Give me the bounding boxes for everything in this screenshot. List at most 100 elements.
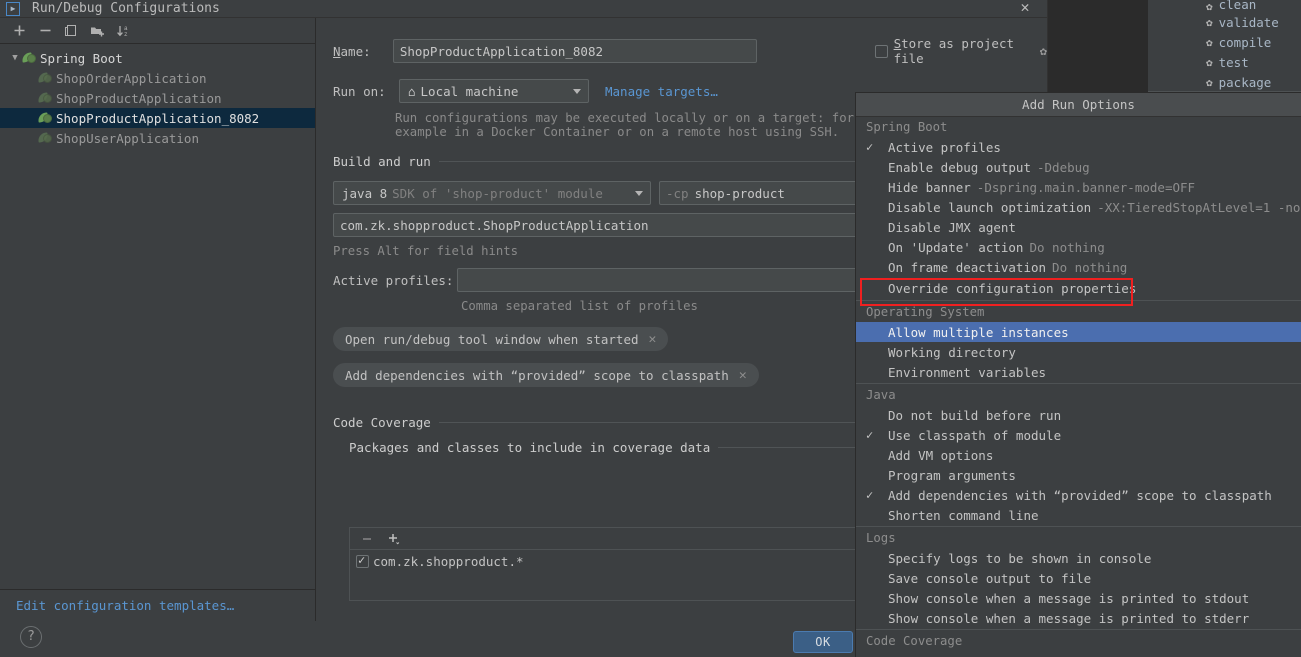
maven-item-compile[interactable]: ✿ compile: [1148, 32, 1301, 52]
popup-item-sub: -Ddebug: [1037, 159, 1090, 175]
popup-item-override-configuration-properties[interactable]: Override configuration properties: [856, 277, 1301, 299]
maven-item-test[interactable]: ✿ test: [1148, 52, 1301, 72]
remove-icon[interactable]: [356, 529, 378, 549]
sort-az-icon[interactable]: az: [110, 19, 136, 43]
popup-item-show-console-stderr[interactable]: Show console when a message is printed t…: [856, 608, 1301, 628]
popup-item-use-classpath-of-module[interactable]: ✓ Use classpath of module: [856, 425, 1301, 445]
new-folder-icon[interactable]: [84, 19, 110, 43]
popup-item-active-profiles[interactable]: ✓ Active profiles: [856, 137, 1301, 157]
active-profiles-field[interactable]: [457, 268, 919, 292]
popup-item-environment-variables[interactable]: Environment variables: [856, 362, 1301, 382]
help-button[interactable]: ?: [20, 626, 42, 648]
add-icon[interactable]: [382, 529, 404, 549]
copy-icon[interactable]: [58, 19, 84, 43]
run-on-label: Run on:: [333, 83, 386, 99]
popup-item-working-directory[interactable]: Working directory: [856, 342, 1301, 362]
run-on-combo[interactable]: ⌂ Local machine: [399, 79, 589, 103]
chip-label: Open run/debug tool window when started: [345, 331, 639, 347]
sidebar-item-shopuserapplication[interactable]: ShopUserApplication: [0, 128, 315, 148]
maven-item-package[interactable]: ✿ package: [1148, 72, 1301, 92]
gear-icon: ✿: [1206, 55, 1213, 69]
popup-item-enable-debug-output[interactable]: Enable debug output -Ddebug: [856, 157, 1301, 177]
maven-lifecycle-panel: ✿ clean ✿ validate ✿ compile ✿ test ✿ pa…: [1148, 0, 1301, 92]
popup-item-label: Enable debug output: [888, 159, 1031, 175]
list-item-label: ShopUserApplication: [56, 130, 199, 146]
sidebar-toolbar: az: [0, 18, 315, 44]
sidebar-item-shopproductapplication[interactable]: ShopProductApplication: [0, 88, 315, 108]
popup-item-label: Shorten command line: [888, 507, 1039, 523]
maven-item-label: compile: [1218, 34, 1272, 50]
maven-item-clean[interactable]: ✿ clean: [1148, 0, 1301, 12]
check-icon: ✓: [866, 488, 874, 502]
popup-item-label: Use classpath of module: [888, 427, 1062, 443]
sidebar-item-shoporderapplication[interactable]: ShopOrderApplication: [0, 68, 315, 88]
popup-divider: [856, 383, 1301, 384]
name-field[interactable]: ShopProductApplication_8082: [392, 39, 757, 63]
close-icon[interactable]: ✕: [739, 368, 747, 383]
chevron-down-icon: [635, 191, 643, 196]
coverage-pattern-checkbox[interactable]: [356, 553, 369, 568]
popup-item-shorten-command-line[interactable]: Shorten command line: [856, 505, 1301, 525]
close-icon[interactable]: ✕: [649, 332, 657, 347]
chevron-down-icon: [573, 89, 581, 94]
sidebar-item-shopproductapplication-8082[interactable]: ShopProductApplication_8082: [0, 108, 315, 128]
tree-group-spring-boot[interactable]: ▼ Spring Boot: [0, 48, 315, 68]
code-coverage-section-label: Code Coverage: [333, 415, 431, 430]
store-as-project-file-checkbox[interactable]: [874, 44, 888, 58]
home-icon: ⌂: [408, 83, 416, 99]
spring-boot-icon: [37, 131, 54, 145]
chip-add-dependencies-provided-scope[interactable]: Add dependencies with “provided” scope t…: [333, 363, 759, 387]
ok-button[interactable]: OK: [793, 631, 853, 653]
gear-icon: ✿: [1206, 0, 1213, 12]
jdk-value: java 8: [342, 185, 388, 201]
manage-targets-link[interactable]: Manage targets…: [605, 84, 718, 99]
popup-item-disable-jmx-agent[interactable]: Disable JMX agent: [856, 217, 1301, 237]
popup-item-label: Active profiles: [888, 139, 1001, 155]
popup-item-label: Override configuration properties: [888, 280, 1137, 296]
popup-item-add-vm-options[interactable]: Add VM options: [856, 445, 1301, 465]
popup-item-show-console-stdout[interactable]: Show console when a message is printed t…: [856, 588, 1301, 608]
popup-item-label: Working directory: [888, 344, 1016, 360]
popup-item-do-not-build-before-run[interactable]: Do not build before run: [856, 405, 1301, 425]
maven-item-label: package: [1218, 74, 1272, 90]
popup-item-hide-banner[interactable]: Hide banner -Dspring.main.banner-mode=OF…: [856, 177, 1301, 197]
packages-classes-section-label: Packages and classes to include in cover…: [349, 440, 711, 455]
popup-item-disable-launch-optimization[interactable]: Disable launch optimization -XX:TieredSt…: [856, 197, 1301, 217]
popup-item-specify-logs[interactable]: Specify logs to be shown in console: [856, 548, 1301, 568]
popup-item-program-arguments[interactable]: Program arguments: [856, 465, 1301, 485]
add-icon[interactable]: [6, 19, 32, 43]
popup-item-save-console-output[interactable]: Save console output to file: [856, 568, 1301, 588]
close-icon[interactable]: ✕: [1015, 0, 1035, 16]
popup-item-label: Program arguments: [888, 467, 1016, 483]
name-field-value: ShopProductApplication_8082: [399, 43, 604, 59]
popup-item-allow-multiple-instances[interactable]: Allow multiple instances: [856, 322, 1301, 342]
chip-open-run-debug-tool-window[interactable]: Open run/debug tool window when started …: [333, 327, 669, 351]
popup-group-java: Java: [866, 388, 896, 402]
popup-item-label: Save console output to file: [888, 570, 1092, 586]
popup-item-on-frame-deactivation[interactable]: On frame deactivation Do nothing: [856, 257, 1301, 277]
list-item-label: ShopOrderApplication: [56, 70, 207, 86]
popup-item-on-update-action[interactable]: On 'Update' action Do nothing: [856, 237, 1301, 257]
popup-item-add-dependencies-provided-scope[interactable]: ✓ Add dependencies with “provided” scope…: [856, 485, 1301, 505]
build-and-run-section-label: Build and run: [333, 154, 431, 169]
gear-icon: ✿: [1206, 75, 1213, 89]
popup-item-label: Show console when a message is printed t…: [888, 610, 1250, 626]
maven-item-label: test: [1218, 54, 1249, 70]
remove-icon[interactable]: [32, 19, 58, 43]
run-on-value: Local machine: [420, 83, 519, 99]
chevron-down-icon[interactable]: ▼: [8, 53, 22, 63]
configurations-sidebar: az ▼ Spring Boot ShopOrderApplication Sh…: [0, 18, 316, 657]
active-profiles-label: Active profiles:: [333, 272, 454, 288]
popup-item-label: Disable launch optimization: [888, 199, 1092, 215]
edit-configuration-templates[interactable]: Edit configuration templates…: [0, 589, 316, 621]
gear-icon[interactable]: ✿: [1040, 44, 1047, 58]
jdk-sub: SDK of 'shop-product' module: [392, 185, 603, 201]
popup-item-sub: -XX:TieredStopAtLevel=1 -noveri: [1097, 199, 1301, 215]
maven-item-validate[interactable]: ✿ validate: [1148, 12, 1301, 32]
page-title: Run/Debug Configurations: [32, 1, 220, 16]
jdk-combo[interactable]: java 8 SDK of 'shop-product' module: [333, 181, 651, 205]
main-class-field[interactable]: com.zk.shopproduct.ShopProductApplicatio…: [333, 213, 919, 237]
popup-item-label: On 'Update' action: [888, 239, 1024, 255]
coverage-pattern-label: com.zk.shopproduct.*: [373, 554, 524, 569]
classpath-value: shop-product: [694, 185, 785, 201]
